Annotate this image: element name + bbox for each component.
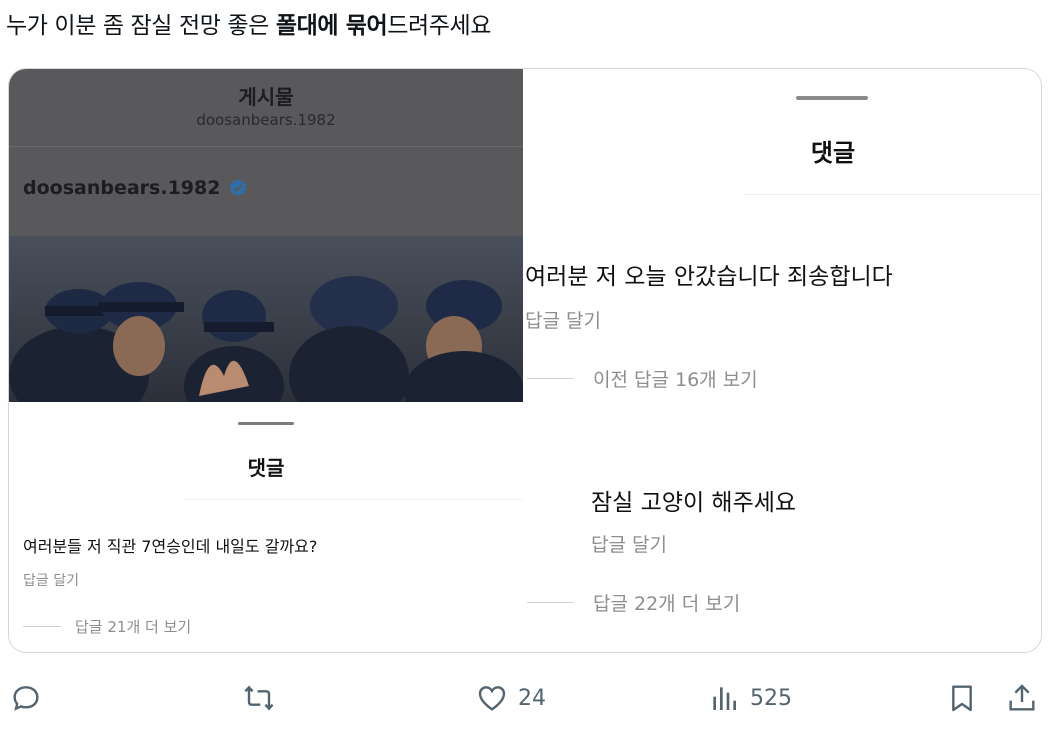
post-photo [9,236,523,402]
retweet-icon [244,685,274,711]
views-count: 525 [750,685,792,711]
previous-replies-label: 이전 답글 16개 보기 [593,369,758,391]
reply-link[interactable]: 답글 달기 [23,570,79,590]
comment-text: 여러분들 저 직관 7연승인데 내일도 갈까요? [23,537,318,556]
more-replies-label: 답글 21개 더 보기 [75,618,192,636]
tweet-text-part: 누가 이분 좀 잠실 전망 좋은 [6,13,276,39]
heart-icon [478,686,506,711]
left-screenshot: 게시물 doosanbears.1982 doosanbears.1982 댓글… [9,69,523,652]
like-count: 24 [518,685,546,711]
sheet-title: 댓글 [247,456,285,480]
reply-link[interactable]: 답글 달기 [525,306,601,333]
post-header-subtitle: doosanbears.1982 [196,111,336,129]
bookmark-icon [952,685,972,712]
share-button[interactable] [1006,676,1038,720]
divider [23,626,61,627]
retweet-button[interactable] [243,676,275,720]
reply-link[interactable]: 답글 달기 [591,530,667,557]
comments-sheet: 댓글 여러분들 저 직관 7연승인데 내일도 갈까요? 답글 달기 답글 21개… [9,402,523,652]
more-replies-label: 답글 22개 더 보기 [593,593,741,615]
sheet-handle[interactable] [796,96,868,100]
bookmark-button[interactable] [946,676,978,720]
share-icon [1009,684,1035,711]
divider [743,194,1041,195]
comment-text: 여러분 저 오늘 안갔습니다 죄송합니다 [525,264,893,290]
right-screenshot: 댓글 여러분 저 오늘 안갔습니다 죄송합니다 답글 달기 이전 답글 16개 … [523,69,1041,652]
verified-badge-icon [228,178,248,198]
account-row: doosanbears.1982 [23,177,248,199]
previous-replies-link[interactable]: 이전 답글 16개 보기 [527,365,758,392]
reply-icon [13,686,39,711]
account-name: doosanbears.1982 [23,177,221,199]
post-header-title: 게시물 [238,85,294,109]
more-replies-link[interactable]: 답글 22개 더 보기 [527,589,740,616]
more-replies-link[interactable]: 답글 21개 더 보기 [23,616,191,637]
comment-text: 잠실 고양이 해주세요 [591,490,797,516]
divider [527,378,573,379]
tweet-text-part: 드려주세요 [387,13,492,39]
sheet-handle[interactable] [238,422,294,425]
sheet-title: 댓글 [810,139,856,167]
views-icon [713,687,736,710]
media-card[interactable]: 게시물 doosanbears.1982 doosanbears.1982 댓글… [8,68,1042,653]
like-button[interactable]: 24 [476,676,546,720]
tweet-action-bar: 24 525 [0,676,1062,720]
divider [9,146,523,147]
views-button[interactable]: 525 [708,676,792,720]
tweet-text-bold: 폴대에 묶어 [275,13,388,39]
tweet-text: 누가 이분 좀 잠실 전망 좋은 폴대에 묶어드려주세요 [6,6,491,40]
divider [527,602,573,603]
reply-button[interactable] [10,676,42,720]
divider [185,499,523,500]
post-header: 게시물 doosanbears.1982 doosanbears.1982 [9,69,523,236]
